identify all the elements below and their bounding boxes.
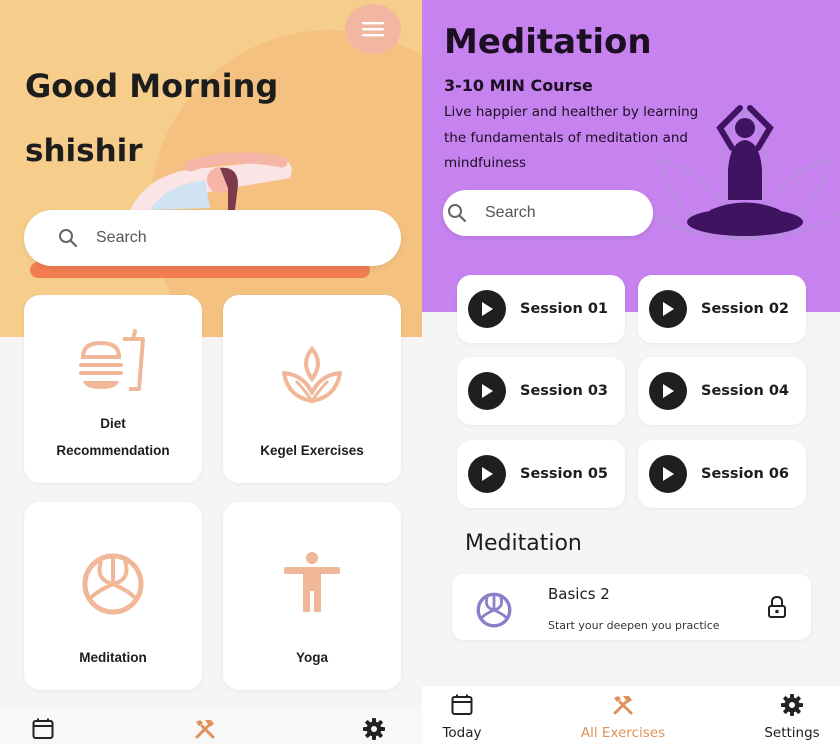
play-icon: [468, 290, 506, 328]
meditation-screen: Meditation 3-10 MIN Course Live happier …: [422, 0, 840, 744]
nav-all-exercises-label: All Exercises: [580, 725, 666, 741]
page-title: Meditation: [444, 22, 652, 62]
hamburger-icon: [362, 22, 384, 37]
volleyball-icon: [82, 553, 144, 615]
meditation-card[interactable]: Meditation: [24, 502, 202, 690]
search-bar[interactable]: Search: [24, 210, 401, 266]
basics-lesson-card[interactable]: Basics 2 Start your deepen you practice: [452, 574, 811, 640]
diet-label-line2: Recommendation: [56, 443, 170, 458]
calendar-icon[interactable]: [32, 718, 54, 740]
tools-icon: [613, 696, 633, 715]
bottom-nav: Today All Exercises Settings: [422, 686, 840, 744]
menu-button[interactable]: [345, 4, 401, 54]
gear-icon[interactable]: [363, 718, 385, 740]
nav-today[interactable]: Today: [442, 694, 482, 741]
session-label: Session 03: [520, 383, 609, 399]
session-button[interactable]: Session 02: [638, 275, 806, 343]
calendar-icon: [451, 694, 473, 715]
section-title: Meditation: [465, 531, 582, 556]
session-button[interactable]: Session 06: [638, 440, 806, 508]
session-button[interactable]: Session 04: [638, 357, 806, 425]
yoga-card[interactable]: Yoga: [223, 502, 401, 690]
session-label: Session 04: [701, 383, 790, 399]
person-stretch-icon: [284, 552, 340, 612]
lotus-icon: [282, 345, 342, 404]
meditation-label: Meditation: [79, 650, 147, 665]
course-duration: 3-10 MIN Course: [444, 76, 593, 95]
session-label: Session 06: [701, 466, 790, 482]
home-header: Good Morning shishir: [0, 0, 422, 337]
yoga-label: Yoga: [295, 650, 328, 665]
session-button[interactable]: Session 03: [457, 357, 625, 425]
play-icon: [649, 372, 687, 410]
search-bar[interactable]: Search: [443, 190, 653, 236]
nav-today-label: Today: [442, 725, 482, 741]
play-icon: [468, 455, 506, 493]
greeting-title: Good Morning: [25, 67, 279, 105]
play-icon: [649, 290, 687, 328]
search-placeholder: Search: [96, 229, 147, 246]
search-icon: [59, 229, 78, 248]
lesson-subtitle: Start your deepen you practice: [548, 619, 720, 632]
diet-recommendation-card[interactable]: Diet Recommendation: [24, 295, 202, 483]
meditation-header: Meditation 3-10 MIN Course Live happier …: [422, 0, 840, 312]
play-icon: [468, 372, 506, 410]
session-label: Session 05: [520, 466, 609, 482]
course-description: Live happier and healther by learning th…: [444, 104, 699, 171]
search-icon: [448, 204, 467, 223]
lock-icon[interactable]: [768, 596, 786, 618]
tools-icon[interactable]: [194, 718, 216, 740]
lesson-title: Basics 2: [548, 585, 610, 603]
burger-drink-icon: [79, 329, 145, 391]
user-name: shishir: [25, 133, 143, 169]
gear-icon: [781, 694, 803, 716]
session-label: Session 01: [520, 301, 609, 317]
session-label: Session 02: [701, 301, 790, 317]
home-screen: Good Morning shishir Search Diet Recomme…: [0, 0, 422, 744]
nav-settings[interactable]: Settings: [762, 694, 822, 741]
session-button[interactable]: Session 05: [457, 440, 625, 508]
session-button[interactable]: Session 01: [457, 275, 625, 343]
nav-all-exercises[interactable]: All Exercises: [578, 694, 668, 741]
kegel-exercises-card[interactable]: Kegel Exercises: [223, 295, 401, 483]
diet-label-line1: Diet: [100, 416, 126, 431]
bottom-nav: [0, 710, 422, 744]
search-placeholder: Search: [485, 204, 536, 221]
volleyball-icon: [476, 592, 512, 628]
kegel-label: Kegel Exercises: [260, 443, 364, 458]
nav-settings-label: Settings: [764, 725, 820, 741]
play-icon: [649, 455, 687, 493]
